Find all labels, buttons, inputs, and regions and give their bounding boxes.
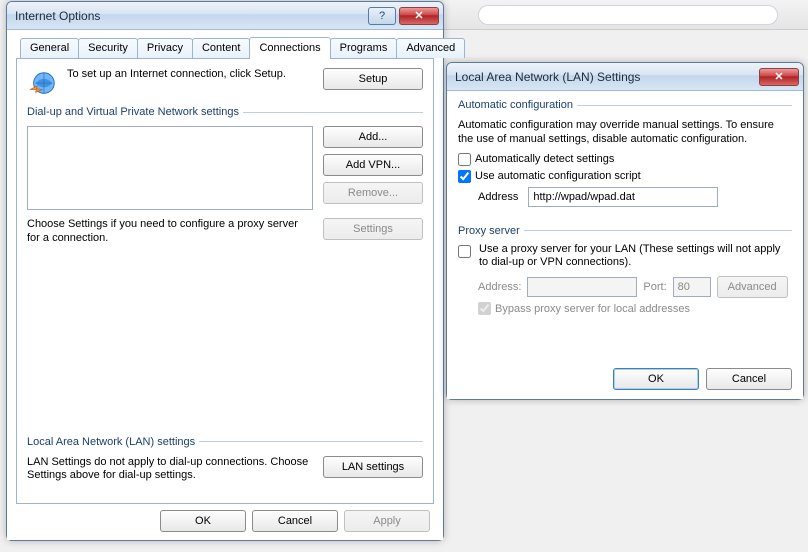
lan-settings-titlebar[interactable]: Local Area Network (LAN) Settings ✕ bbox=[447, 63, 803, 91]
close-icon: ✕ bbox=[774, 70, 783, 83]
lan-group: Local Area Network (LAN) settings LAN Se… bbox=[27, 436, 423, 484]
script-address-input[interactable] bbox=[528, 187, 718, 207]
tab-privacy[interactable]: Privacy bbox=[137, 38, 193, 58]
ok-button[interactable]: OK bbox=[613, 368, 699, 390]
close-button[interactable]: ✕ bbox=[759, 68, 799, 86]
auto-detect-checkbox[interactable] bbox=[458, 153, 471, 166]
internet-options-titlebar[interactable]: Internet Options ? ✕ bbox=[7, 2, 443, 30]
auto-detect-label[interactable]: Automatically detect settings bbox=[475, 153, 614, 165]
help-button[interactable]: ? bbox=[368, 7, 396, 25]
lan-bottom-buttons: OK Cancel bbox=[458, 368, 792, 390]
lan-settings-title: Local Area Network (LAN) Settings bbox=[455, 70, 756, 84]
auto-config-hint: Automatic configuration may override man… bbox=[458, 119, 792, 147]
close-icon: ✕ bbox=[414, 9, 423, 22]
proxy-server-group: Proxy server Use a proxy server for your… bbox=[458, 225, 792, 316]
globe-icon bbox=[27, 68, 59, 100]
tabstrip: General Security Privacy Content Connect… bbox=[16, 36, 434, 59]
cancel-button[interactable]: Cancel bbox=[252, 510, 338, 532]
proxy-port-input bbox=[673, 277, 711, 297]
tab-content[interactable]: Content bbox=[192, 38, 251, 58]
lan-legend: Local Area Network (LAN) settings bbox=[27, 436, 199, 448]
choose-settings-text: Choose Settings if you need to configure… bbox=[27, 218, 313, 246]
tab-programs[interactable]: Programs bbox=[330, 38, 398, 58]
lan-settings-dialog: Local Area Network (LAN) Settings ✕ Auto… bbox=[446, 62, 804, 400]
internet-options-title: Internet Options bbox=[15, 9, 365, 23]
background-browser-strip bbox=[444, 0, 808, 30]
dialog-bottom-buttons: OK Cancel Apply bbox=[16, 504, 434, 532]
setup-button[interactable]: Setup bbox=[323, 68, 423, 90]
cancel-button[interactable]: Cancel bbox=[706, 368, 792, 390]
automatic-configuration-group: Automatic configuration Automatic config… bbox=[458, 99, 792, 209]
script-address-label: Address bbox=[478, 191, 518, 203]
use-script-label[interactable]: Use automatic configuration script bbox=[475, 170, 641, 182]
internet-options-dialog: Internet Options ? ✕ General Security Pr… bbox=[6, 1, 444, 541]
use-proxy-checkbox[interactable] bbox=[458, 245, 471, 258]
proxy-port-label: Port: bbox=[643, 281, 666, 293]
background-address-field bbox=[478, 5, 778, 25]
settings-button: Settings bbox=[323, 218, 423, 240]
dialup-vpn-legend: Dial-up and Virtual Private Network sett… bbox=[27, 106, 243, 118]
tab-advanced[interactable]: Advanced bbox=[396, 38, 465, 58]
use-script-checkbox[interactable] bbox=[458, 170, 471, 183]
use-proxy-label[interactable]: Use a proxy server for your LAN (These s… bbox=[479, 243, 792, 271]
add-button[interactable]: Add... bbox=[323, 126, 423, 148]
bypass-proxy-checkbox bbox=[478, 302, 491, 315]
connections-tabpage: To set up an Internet connection, click … bbox=[16, 58, 434, 504]
add-vpn-button[interactable]: Add VPN... bbox=[323, 154, 423, 176]
setup-text: To set up an Internet connection, click … bbox=[67, 68, 315, 82]
tab-general[interactable]: General bbox=[20, 38, 79, 58]
tab-security[interactable]: Security bbox=[78, 38, 138, 58]
proxy-server-legend: Proxy server bbox=[458, 225, 524, 237]
tab-connections[interactable]: Connections bbox=[249, 37, 330, 59]
lan-text: LAN Settings do not apply to dial-up con… bbox=[27, 456, 313, 484]
apply-button: Apply bbox=[344, 510, 430, 532]
remove-button: Remove... bbox=[323, 182, 423, 204]
automatic-configuration-legend: Automatic configuration bbox=[458, 99, 577, 111]
proxy-address-input bbox=[527, 277, 637, 297]
proxy-address-label: Address: bbox=[478, 281, 521, 293]
bypass-proxy-label: Bypass proxy server for local addresses bbox=[495, 303, 690, 315]
proxy-advanced-button: Advanced bbox=[717, 276, 788, 298]
ok-button[interactable]: OK bbox=[160, 510, 246, 532]
help-icon: ? bbox=[379, 10, 385, 22]
connections-listbox[interactable] bbox=[27, 126, 313, 210]
close-button[interactable]: ✕ bbox=[399, 7, 439, 25]
dialup-vpn-group: Dial-up and Virtual Private Network sett… bbox=[27, 106, 423, 246]
lan-settings-button[interactable]: LAN settings bbox=[323, 456, 423, 478]
